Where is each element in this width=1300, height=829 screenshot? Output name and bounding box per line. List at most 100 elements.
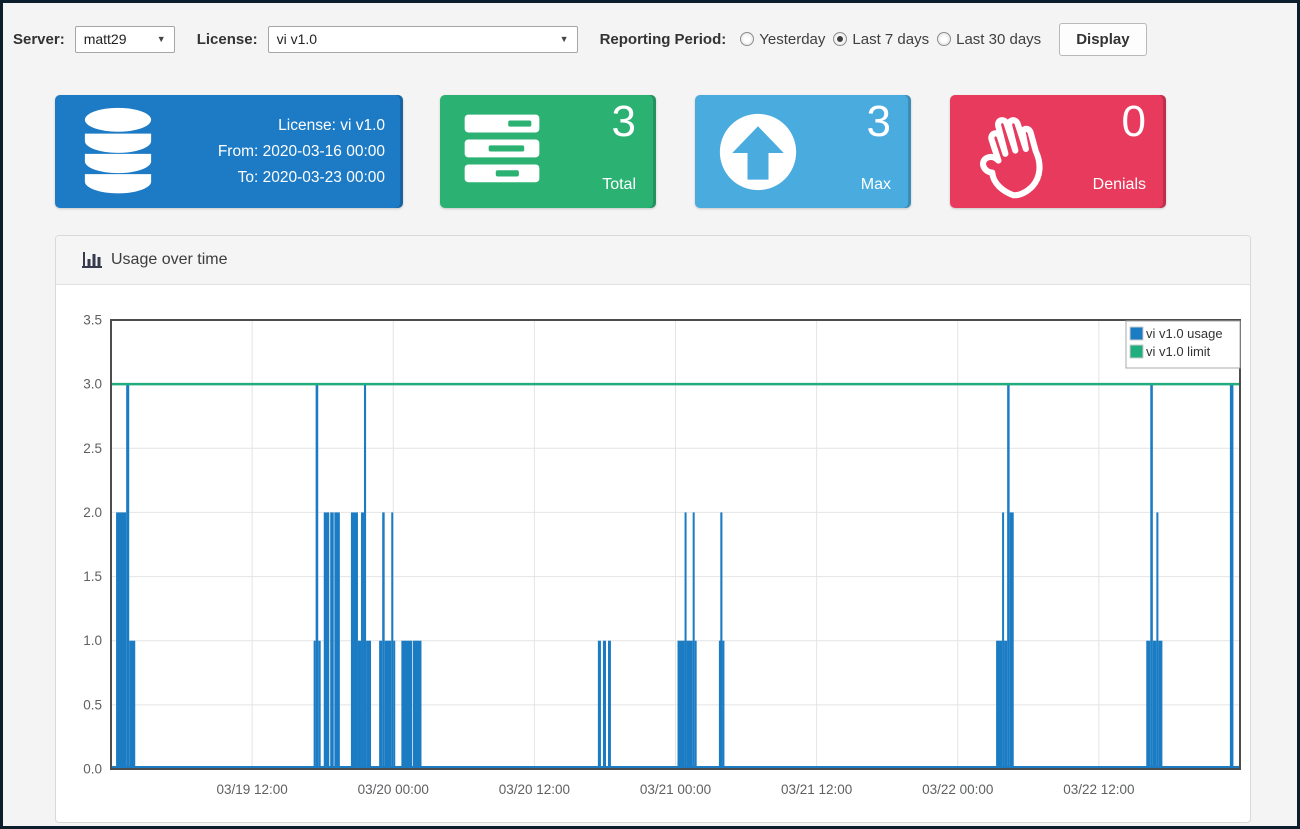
usage-bar [1002,512,1004,769]
y-tick-label: 1.5 [83,569,102,584]
usage-bar [314,641,316,769]
usage-bar [1004,641,1007,769]
usage-bar [685,512,687,769]
server-select[interactable]: matt29 ▼ [75,26,175,53]
usage-bar [318,641,320,769]
bar-chart-icon [82,251,102,269]
usage-bar [379,641,382,769]
usage-bar [366,641,371,769]
arrow-circle-up-icon [717,111,799,193]
license-label: License: [197,31,258,48]
usage-bar [361,512,364,769]
usage-bar [413,641,422,769]
usage-bar [720,512,722,769]
usage-bar [1150,384,1153,769]
max-value: 3 [867,97,891,147]
usage-bar [126,384,129,769]
usage-bar [324,512,330,769]
panel-header: Usage over time [56,236,1250,285]
license-info-card: License: vi v1.0 From: 2020-03-16 00:00 … [55,95,403,208]
denials-label: Denials [1093,176,1146,194]
radio-selected-icon[interactable] [833,32,847,46]
usage-bar [722,641,724,769]
chevron-down-icon: ▼ [157,34,166,44]
chevron-down-icon: ▼ [560,34,569,44]
radio-yesterday[interactable]: Yesterday [740,31,825,48]
from-line: From: 2020-03-16 00:00 [159,139,385,165]
toolbar: Server: matt29 ▼ License: vi v1.0 ▼ Repo… [13,21,1147,57]
x-tick-label: 03/22 12:00 [1063,782,1134,797]
usage-bar [1230,384,1234,769]
radio-label: Last 30 days [956,31,1041,48]
radio-last-7-days[interactable]: Last 7 days [833,31,929,48]
x-tick-label: 03/22 00:00 [922,782,993,797]
usage-bar [351,512,358,769]
hand-stop-icon [972,102,1068,202]
total-label: Total [602,176,636,194]
usage-bar [358,641,361,769]
denials-card: 0 Denials [950,95,1166,208]
legend-swatch[interactable] [1130,345,1143,358]
license-line: License: vi v1.0 [159,113,385,139]
usage-bar [693,512,695,769]
y-tick-label: 3.5 [83,313,102,328]
usage-bar [1158,641,1162,769]
y-tick-label: 2.5 [83,441,102,456]
x-tick-label: 03/20 00:00 [358,782,429,797]
license-select[interactable]: vi v1.0 ▼ [268,26,578,53]
total-card: 3 Total [440,95,656,208]
usage-bar [695,641,697,769]
radio-unselected-icon[interactable] [937,32,951,46]
display-button[interactable]: Display [1059,23,1146,56]
usage-bar [1146,641,1150,769]
radio-last-30-days[interactable]: Last 30 days [937,31,1041,48]
usage-bar [598,641,601,769]
usage-bar [687,641,693,769]
license-select-value: vi v1.0 [277,31,317,47]
y-tick-label: 0.0 [83,762,102,777]
x-tick-label: 03/21 00:00 [640,782,711,797]
usage-bar [603,641,606,769]
usage-bar [116,512,126,769]
x-tick-label: 03/20 12:00 [499,782,570,797]
y-tick-label: 1.0 [83,633,102,648]
radio-label: Yesterday [759,31,825,48]
database-icon [77,106,159,198]
y-tick-label: 2.0 [83,505,102,520]
legend-label[interactable]: vi v1.0 usage [1146,326,1223,341]
license-card-text: License: vi v1.0 From: 2020-03-16 00:00 … [159,113,403,191]
legend-swatch[interactable] [1130,327,1143,340]
usage-bar [401,641,412,769]
reporting-period-radios: Yesterday Last 7 days Last 30 days [732,31,1041,48]
usage-bar [393,641,395,769]
usage-bar [129,641,135,769]
legend-label[interactable]: vi v1.0 limit [1146,344,1211,359]
usage-chart: 3.5 3.0 2.5 2.0 1.5 1.0 0.5 0.0 03/19 12:00 03/20… [56,285,1250,822]
usage-over-time-panel: Usage over time 3.5 3.0 2.5 2.0 1.5 1.0 0.5 0.0… [55,235,1251,823]
reporting-period-label: Reporting Period: [600,31,727,48]
panel-title: Usage over time [111,251,228,269]
y-tick-label: 3.0 [83,377,102,392]
usage-bar [1010,512,1014,769]
server-select-value: matt29 [84,31,127,47]
usage-bar [385,641,392,769]
usage-bar [334,512,340,769]
usage-bar [608,641,611,769]
usage-bar [382,512,384,769]
x-tick-label: 03/19 12:00 [216,782,287,797]
chart-area: 3.5 3.0 2.5 2.0 1.5 1.0 0.5 0.0 03/19 12:00 03/20… [56,285,1250,822]
radio-label: Last 7 days [852,31,929,48]
server-label: Server: [13,31,65,48]
usage-bar [1153,641,1157,769]
usage-bar [316,384,319,769]
y-tick-label: 0.5 [83,697,102,712]
max-card: 3 Max [695,95,911,208]
usage-bar [330,512,334,769]
usage-bar [391,512,393,769]
radio-unselected-icon[interactable] [740,32,754,46]
usage-bar [364,384,366,769]
denials-value: 0 [1122,97,1146,147]
x-tick-label: 03/21 12:00 [781,782,852,797]
total-value: 3 [612,97,636,147]
usage-bar [677,641,684,769]
